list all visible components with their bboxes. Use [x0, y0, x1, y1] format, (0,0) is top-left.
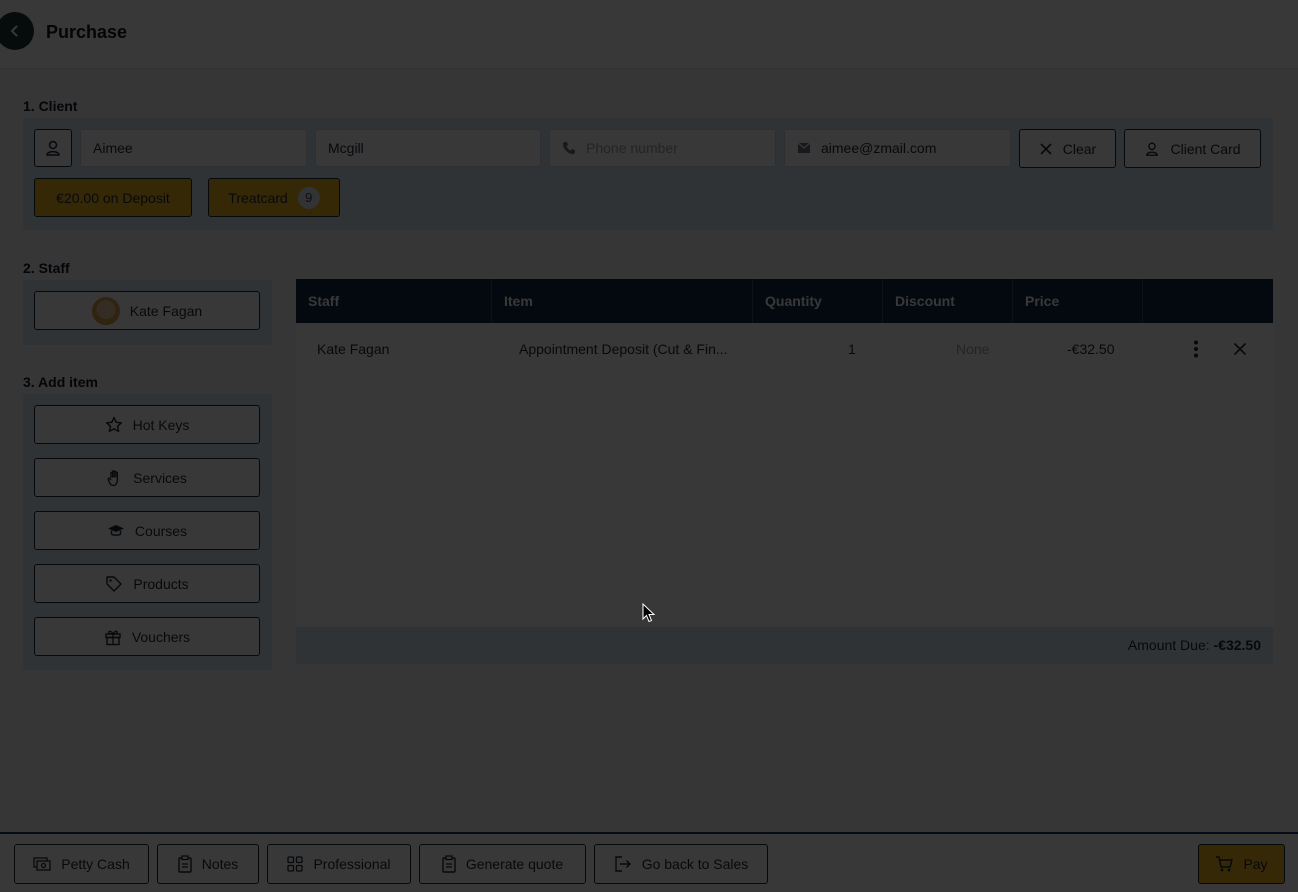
row-discount[interactable]: None [956, 323, 989, 375]
purchase-table: Staff Item Quantity Discount Price Kate … [296, 279, 1273, 664]
notes-button[interactable]: Notes [157, 844, 259, 884]
professional-label: Professional [313, 856, 391, 872]
amount-due: Amount Due: -€32.50 [1128, 627, 1261, 664]
vouchers-label: Vouchers [131, 628, 191, 645]
professional-button[interactable]: Professional [267, 844, 411, 884]
amount-due-value: -€32.50 [1213, 637, 1261, 653]
products-label: Products [133, 575, 189, 592]
petty-cash-label: Petty Cash [61, 856, 130, 872]
close-icon [1040, 142, 1052, 155]
products-button[interactable]: Products [34, 564, 260, 603]
treatcard-button[interactable]: Treatcard 9 [208, 178, 340, 217]
staff-name: Kate Fagan [129, 302, 203, 319]
pay-button[interactable]: Pay [1198, 844, 1285, 884]
client-card-button[interactable]: Client Card [1124, 129, 1261, 168]
go-back-to-sales-button[interactable]: Go back to Sales [594, 844, 768, 884]
client-section-label: 1. Client [23, 98, 78, 114]
mail-icon [797, 142, 811, 154]
more-options-icon[interactable] [1186, 339, 1206, 359]
phone-placeholder: Phone number [586, 140, 678, 156]
bottom-bar: Petty Cash Notes Professional Generate q… [0, 832, 1298, 892]
cart-icon [1216, 856, 1234, 872]
phone-field[interactable]: Phone number [549, 129, 776, 167]
generate-quote-label: Generate quote [465, 856, 564, 872]
chevron-left-icon [10, 25, 18, 37]
star-icon [105, 416, 122, 432]
petty-cash-button[interactable]: Petty Cash [14, 844, 149, 884]
row-item: Appointment Deposit (Cut & Fin... [519, 341, 728, 357]
table-footer: Amount Due: -€32.50 [296, 627, 1273, 664]
page-title: Purchase [46, 22, 128, 42]
hand-icon [107, 469, 119, 486]
row-quantity[interactable]: 1 [848, 323, 856, 375]
tag-icon [106, 575, 123, 592]
courses-button[interactable]: Courses [34, 511, 260, 550]
services-button[interactable]: Services [34, 458, 260, 497]
phone-icon [562, 141, 576, 155]
clipboard-icon [178, 855, 192, 873]
first-name-value: Aimee [93, 140, 133, 156]
col-header-discount[interactable]: Discount [883, 279, 1013, 323]
row-price[interactable]: -€32.50 [1067, 323, 1114, 375]
grid-icon [287, 856, 304, 872]
table-header: Staff Item Quantity Discount Price [296, 279, 1273, 323]
amount-due-label: Amount Due: [1127, 637, 1210, 653]
gift-icon [105, 630, 121, 645]
client-search-button[interactable] [34, 129, 72, 167]
mouse-cursor-icon [642, 603, 656, 623]
clear-button[interactable]: Clear [1019, 129, 1116, 168]
hot-keys-button[interactable]: Hot Keys [34, 405, 260, 444]
table-row[interactable]: Kate Fagan Appointment Deposit (Cut & Fi… [296, 323, 1273, 375]
col-header-item[interactable]: Item [492, 279, 753, 323]
remove-row-icon[interactable] [1233, 342, 1247, 356]
vouchers-button[interactable]: Vouchers [34, 617, 260, 656]
deposit-button[interactable]: €20.00 on Deposit [34, 178, 192, 217]
deposit-label: €20.00 on Deposit [56, 189, 170, 206]
col-header-staff[interactable]: Staff [296, 279, 492, 323]
email-field[interactable]: aimee@zmail.com [784, 129, 1011, 167]
cash-icon [33, 857, 51, 871]
col-header-quantity[interactable]: Quantity [753, 279, 883, 323]
go-back-label: Go back to Sales [641, 856, 749, 872]
clear-label: Clear [1062, 140, 1097, 157]
services-label: Services [133, 469, 187, 486]
email-value: aimee@zmail.com [821, 140, 937, 156]
treatcard-label: Treatcard [228, 189, 288, 206]
back-button[interactable] [0, 12, 34, 50]
generate-quote-button[interactable]: Generate quote [419, 844, 586, 884]
clipboard-icon [442, 855, 456, 873]
col-header-actions [1143, 279, 1273, 323]
pay-label: Pay [1243, 856, 1268, 872]
avatar [91, 296, 120, 325]
treatcard-count-badge: 9 [297, 186, 320, 209]
user-icon [46, 140, 60, 156]
graduation-cap-icon [107, 524, 124, 536]
add-item-section-label: 3. Add item [23, 374, 98, 390]
top-bar: Purchase [0, 0, 1298, 69]
row-staff: Kate Fagan [317, 341, 390, 357]
courses-label: Courses [134, 522, 188, 539]
col-header-price[interactable]: Price [1013, 279, 1143, 323]
first-name-field[interactable]: Aimee [80, 129, 307, 167]
hot-keys-label: Hot Keys [132, 416, 190, 433]
client-card-label: Client Card [1170, 140, 1241, 157]
last-name-field[interactable]: Mcgill [315, 129, 541, 167]
last-name-value: Mcgill [328, 140, 364, 156]
notes-label: Notes [201, 856, 239, 872]
user-icon [1146, 142, 1159, 156]
staff-select-button[interactable]: Kate Fagan [34, 291, 260, 330]
staff-section-label: 2. Staff [23, 260, 70, 276]
logout-icon [614, 856, 631, 872]
